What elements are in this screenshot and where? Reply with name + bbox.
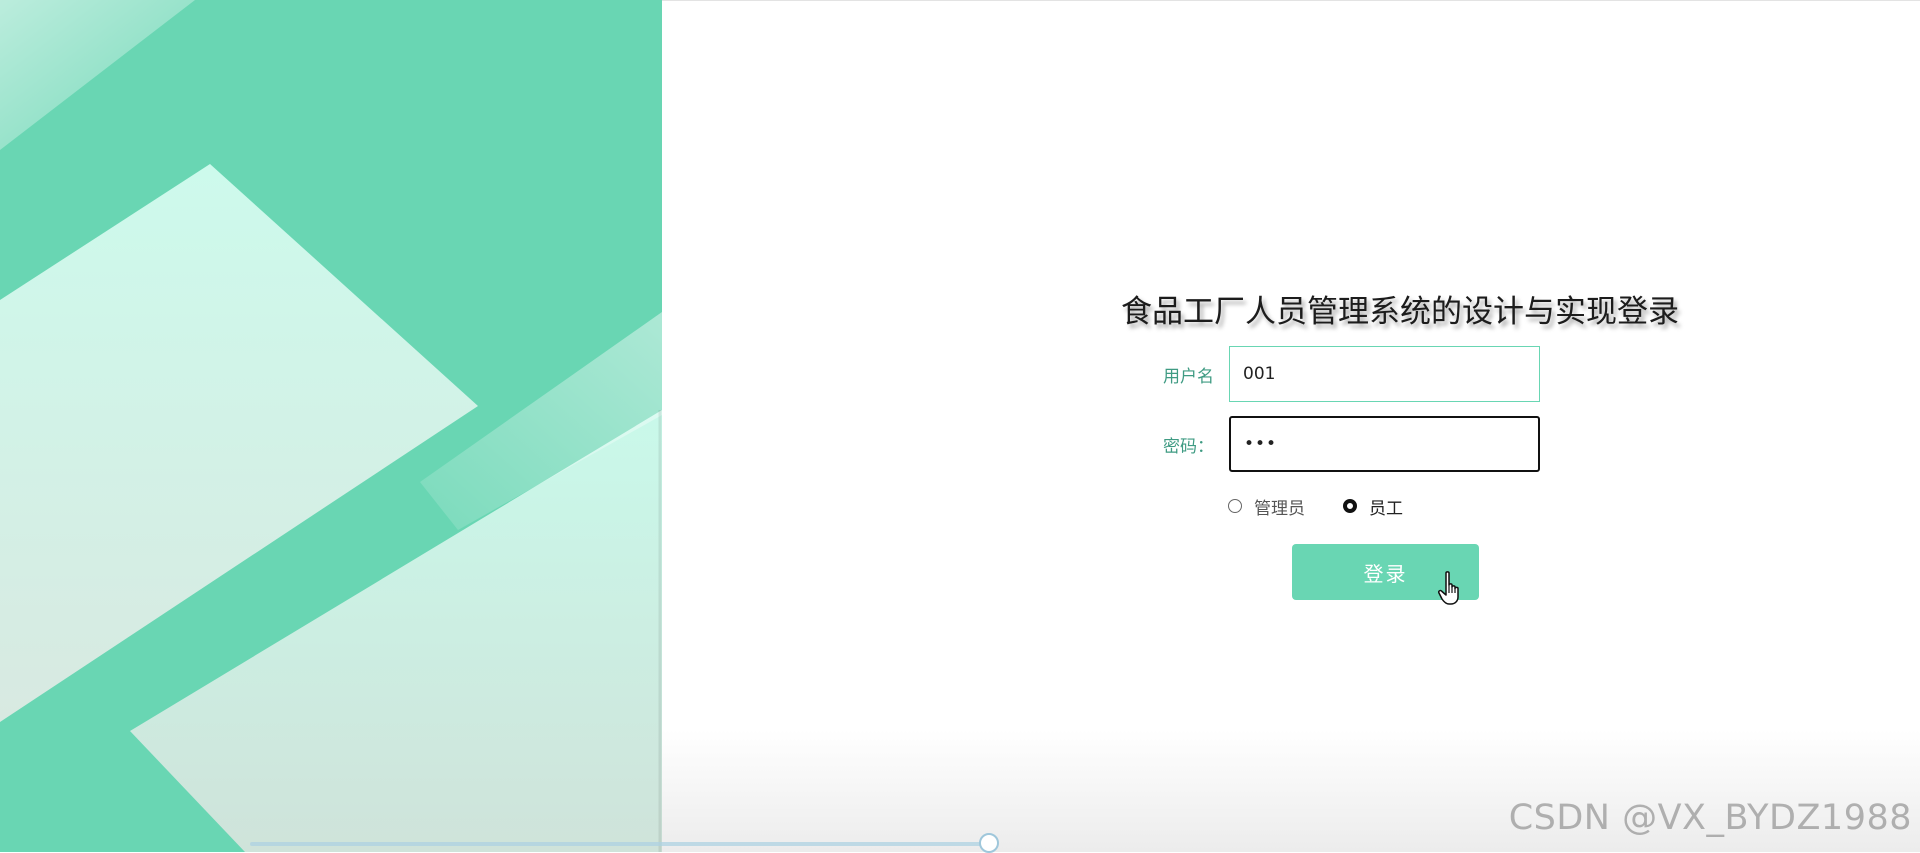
role-label-employee: 员工 bbox=[1369, 498, 1403, 519]
radio-checked-icon bbox=[1343, 499, 1357, 513]
page-title: 食品工厂人员管理系统的设计与实现登录 bbox=[1121, 294, 1679, 330]
username-label: 用户名 bbox=[1163, 367, 1214, 387]
role-radio-employee[interactable]: 员工 bbox=[1343, 494, 1403, 519]
hand-pointer-icon bbox=[1438, 571, 1459, 605]
password-input[interactable] bbox=[1229, 416, 1540, 472]
role-radio-admin[interactable]: 管理员 bbox=[1228, 494, 1305, 519]
password-label: 密码： bbox=[1163, 437, 1214, 457]
watermark-text: CSDN @VX_BYDZ1988 bbox=[1508, 798, 1912, 838]
role-radio-group: 管理员 员工 bbox=[1228, 494, 1403, 519]
username-input[interactable] bbox=[1229, 346, 1540, 402]
decorative-background-panel bbox=[0, 0, 662, 852]
role-label-admin: 管理员 bbox=[1254, 498, 1305, 519]
geometric-background-art bbox=[0, 0, 662, 852]
scrollbar-handle[interactable] bbox=[979, 833, 999, 853]
horizontal-scrollbar-track[interactable] bbox=[250, 842, 990, 846]
radio-unchecked-icon bbox=[1228, 499, 1242, 513]
